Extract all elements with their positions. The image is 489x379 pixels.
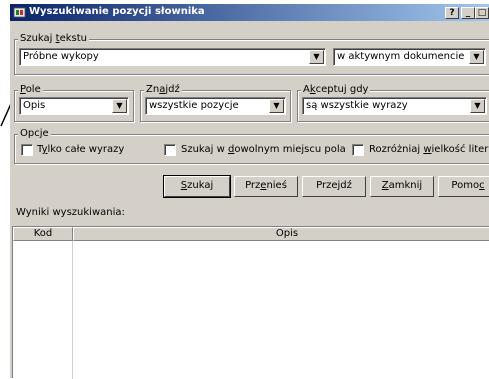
chevron-down-icon[interactable]: ▼ — [469, 50, 484, 64]
case-sensitive-label: Rozróżniaj wielkość liter — [369, 144, 489, 155]
search-text-value: Próbne wykopy — [23, 51, 99, 62]
column-divider — [72, 241, 73, 379]
search-scope-value: w aktywnym dokumencie — [337, 51, 465, 62]
whole-words-checkbox[interactable] — [21, 144, 33, 156]
dictionary-app-icon — [13, 7, 26, 18]
case-sensitive-checkbox[interactable] — [352, 144, 364, 156]
accept-value: są wszystkie wyrazy — [306, 100, 408, 111]
column-header-description[interactable]: Opis — [73, 227, 489, 241]
search-scope-combo[interactable]: w aktywnym dokumencie ▼ — [333, 48, 486, 66]
field-combo[interactable]: Opis ▼ — [19, 97, 129, 115]
accept-label: Akceptuj gdy — [301, 84, 371, 95]
minimize-button[interactable]: _ — [461, 7, 475, 19]
find-combo[interactable]: wszystkie pozycje ▼ — [145, 97, 286, 115]
column-header-code[interactable]: Kod — [13, 227, 73, 241]
search-text-combo[interactable]: Próbne wykopy ▼ — [19, 48, 326, 66]
options-label: Opcje — [18, 128, 51, 139]
chevron-down-icon[interactable]: ▼ — [112, 99, 127, 113]
title-bar[interactable]: Wyszukiwanie pozycji słownika ? _ □ ✕ — [10, 4, 489, 21]
results-label: Wyniki wyszukiwania: — [16, 207, 125, 218]
find-label: Znajdź — [144, 84, 182, 95]
goto-button[interactable]: Przejdź — [302, 176, 366, 197]
field-value: Opis — [23, 100, 46, 111]
search-dialog: Wyszukiwanie pozycji słownika ? _ □ ✕ Sz… — [10, 4, 489, 379]
results-list[interactable]: Kod Opis — [12, 226, 489, 379]
move-button[interactable]: Przenieś — [234, 176, 298, 197]
chevron-down-icon[interactable]: ▼ — [309, 50, 324, 64]
help-button[interactable]: Pomoc — [438, 176, 489, 197]
anywhere-checkbox[interactable] — [164, 144, 176, 156]
chevron-down-icon[interactable]: ▼ — [470, 99, 485, 113]
accept-combo[interactable]: są wszystkie wyrazy ▼ — [302, 97, 487, 115]
help-title-button[interactable]: ? — [445, 7, 459, 19]
close-dialog-button[interactable]: Zamknij — [370, 176, 434, 197]
search-button[interactable]: Szukaj — [163, 175, 231, 198]
window-title: Wyszukiwanie pozycji słownika — [29, 6, 205, 17]
whole-words-label: Tylko całe wyrazy — [37, 144, 125, 155]
maximize-button[interactable]: □ — [475, 7, 489, 19]
search-text-label: Szukaj tekstu — [18, 33, 89, 44]
anywhere-label: Szukaj w dowolnym miejscu pola — [181, 144, 346, 155]
field-label: Pole — [18, 84, 43, 95]
find-value: wszystkie pozycje — [149, 100, 239, 111]
chevron-down-icon[interactable]: ▼ — [269, 99, 284, 113]
